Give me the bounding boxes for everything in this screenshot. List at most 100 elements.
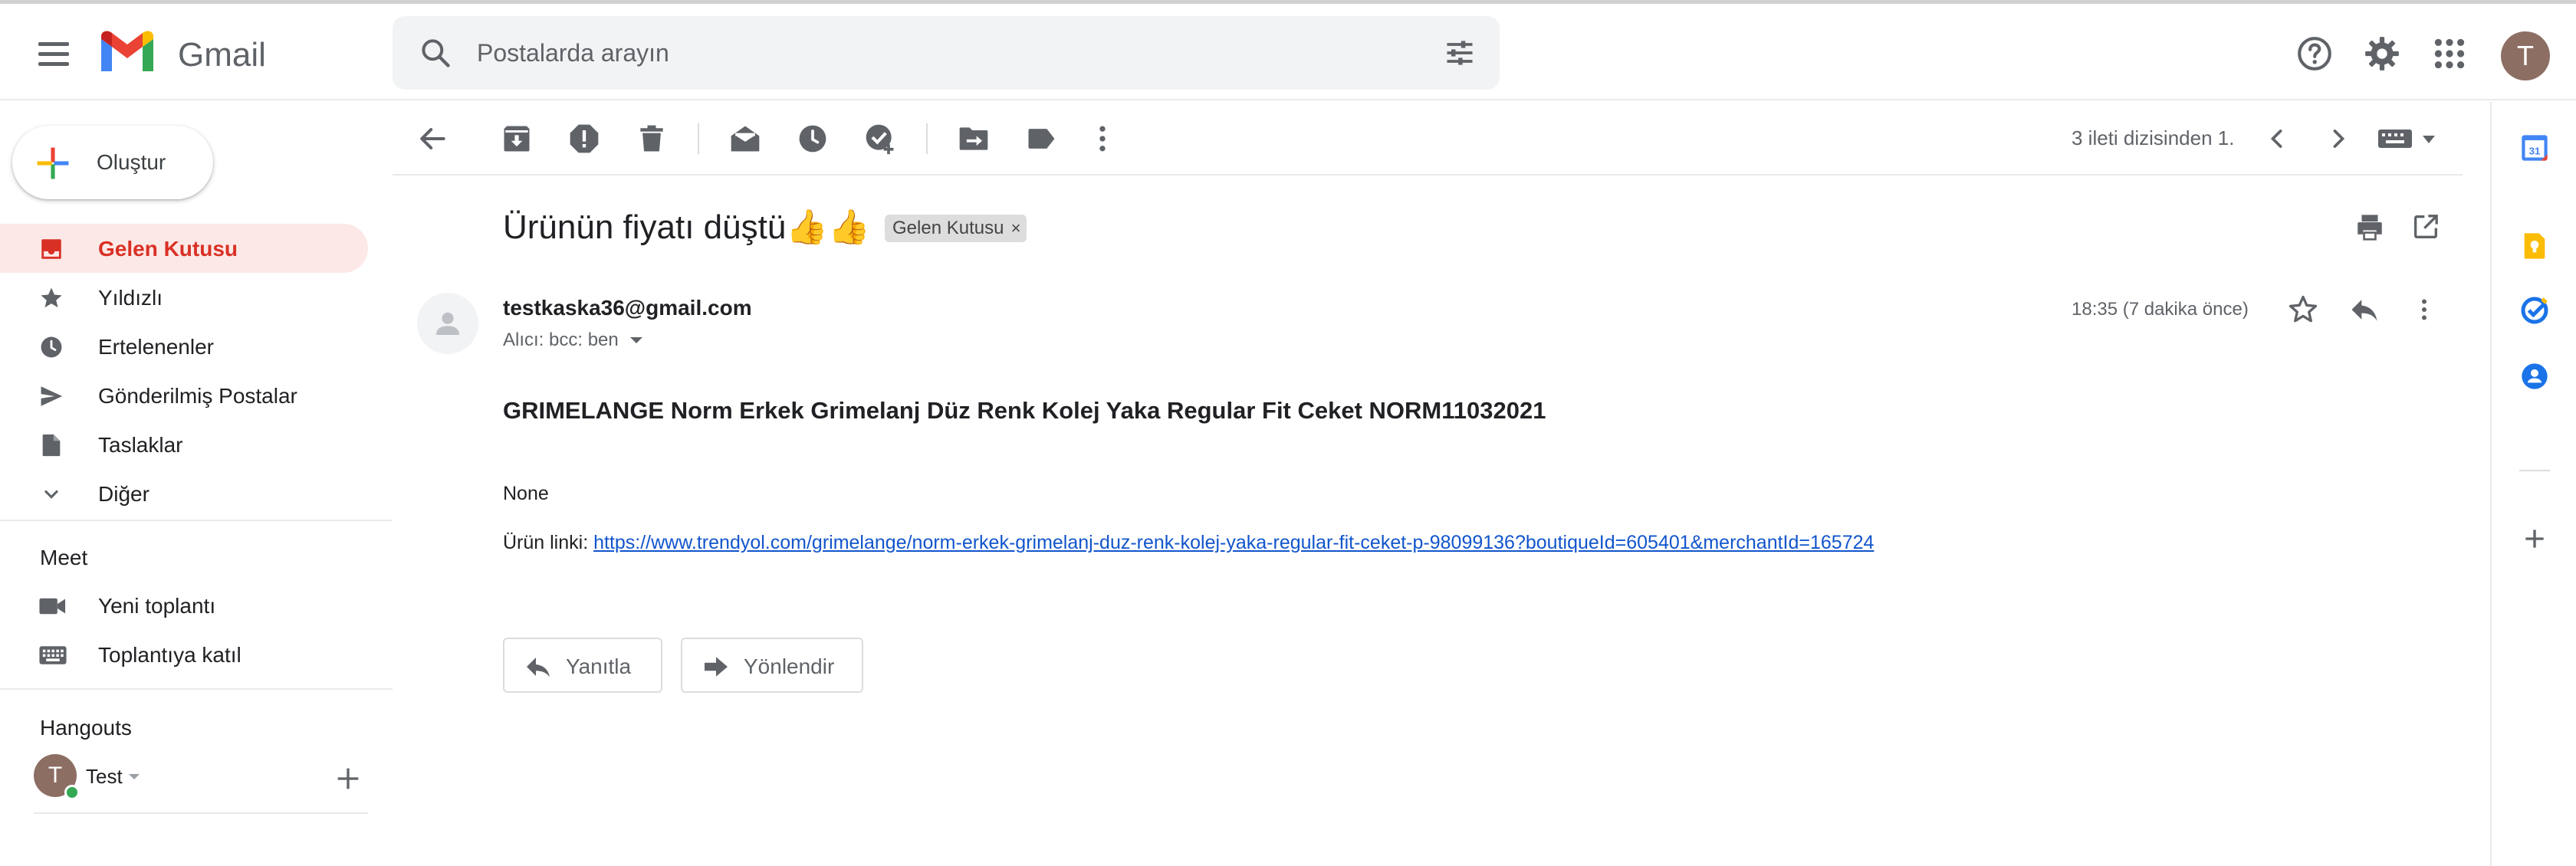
sidebar-divider	[0, 520, 393, 521]
toolbar-divider	[698, 123, 699, 154]
header: Gmail Postalarda arayın T	[0, 4, 2576, 100]
contacts-icon[interactable]	[2519, 361, 2550, 392]
apps-grid-icon[interactable]	[2430, 34, 2469, 73]
meet-join-meeting[interactable]: Toplantıya katıl	[0, 630, 368, 679]
keyboard-icon	[39, 646, 67, 664]
sidebar-item-label: Ertelenenler	[98, 335, 214, 359]
delete-icon[interactable]	[635, 122, 669, 156]
meet-item-label: Yeni toplantı	[98, 594, 216, 618]
account-avatar[interactable]: T	[2501, 31, 2550, 80]
product-link[interactable]: https://www.trendyol.com/grimelange/norm…	[593, 532, 1874, 553]
sidebar-item-snoozed[interactable]: Ertelenenler	[0, 322, 368, 371]
reply-icon	[527, 658, 550, 677]
forward-button[interactable]: Yönlendir	[681, 638, 863, 693]
meet-title: Meet	[40, 546, 88, 569]
draft-icon	[42, 434, 61, 457]
add-icon[interactable]	[2519, 523, 2550, 554]
star-outline-icon[interactable]	[2286, 293, 2320, 326]
chevron-left-icon[interactable]	[2260, 122, 2294, 156]
app-name[interactable]: Gmail	[178, 36, 266, 74]
recipients: Alıcı: bcc: ben	[503, 330, 619, 350]
send-icon	[41, 386, 63, 406]
sidebar-item-label: Yıldızlı	[98, 286, 163, 310]
search-icon[interactable]	[419, 36, 452, 70]
more-vert-icon[interactable]	[1086, 122, 1119, 156]
sidebar-item-label: Diğer	[98, 482, 150, 506]
move-to-icon[interactable]	[957, 122, 991, 156]
compose-label: Oluştur	[97, 150, 166, 174]
side-panel: 31	[2490, 102, 2576, 866]
sidebar-divider	[34, 812, 368, 814]
sidebar-item-label: Gönderilmiş Postalar	[98, 384, 297, 408]
tasks-icon[interactable]	[2519, 295, 2550, 326]
compose-button[interactable]: Oluştur	[12, 126, 213, 199]
main-menu-icon[interactable]	[31, 31, 77, 77]
help-icon[interactable]	[2295, 34, 2334, 73]
reply-icon[interactable]	[2348, 293, 2381, 326]
meet-new-meeting[interactable]: Yeni toplantı	[0, 581, 368, 630]
email-body-title: GRIMELANGE Norm Erkek Grimelanj Düz Renk…	[503, 397, 1546, 424]
more-vert-icon[interactable]	[2410, 293, 2438, 326]
add-contact-icon[interactable]	[333, 763, 363, 794]
sidebar-item-label: Gelen Kutusu	[98, 237, 238, 261]
pagination-text: 3 ileti dizisinden 1.	[2072, 126, 2235, 149]
side-panel-divider	[2519, 470, 2550, 471]
search-bar[interactable]	[393, 16, 1500, 90]
label-chip-inbox[interactable]: Gelen Kutusu ×	[885, 215, 1027, 242]
email-timestamp: 18:35 (7 dakika önce)	[2072, 299, 2249, 320]
person-icon	[436, 312, 459, 335]
star-icon	[41, 287, 62, 308]
sidebar-item-inbox[interactable]: Gelen Kutusu	[0, 224, 368, 273]
email-subject: Ürünün fiyatı düştü👍👍	[503, 208, 870, 246]
archive-icon[interactable]	[500, 122, 534, 156]
calendar-day: 31	[2529, 145, 2541, 156]
chevron-right-icon[interactable]	[2321, 122, 2355, 156]
add-to-tasks-icon[interactable]	[863, 122, 897, 156]
search-options-icon[interactable]	[1443, 36, 1477, 70]
show-details-icon[interactable]	[630, 337, 642, 343]
toolbar-divider	[926, 123, 928, 154]
reply-button[interactable]: Yanıtla	[503, 638, 662, 693]
email-body-text: None	[503, 483, 549, 504]
open-in-new-window-icon[interactable]	[2410, 212, 2441, 242]
online-status-icon	[64, 785, 80, 800]
meet-item-label: Toplantıya katıl	[98, 643, 242, 667]
email-body-link-line: Ürün linki: https://www.trendyol.com/gri…	[503, 532, 1874, 554]
input-tools-icon[interactable]	[2378, 123, 2440, 154]
mark-unread-icon[interactable]	[728, 122, 762, 156]
sidebar-item-starred[interactable]: Yıldızlı	[0, 273, 368, 322]
remove-label-icon[interactable]: ×	[1011, 215, 1021, 242]
label-chip-text: Gelen Kutusu	[892, 218, 1004, 238]
print-icon[interactable]	[2354, 212, 2386, 244]
plus-icon	[37, 147, 69, 179]
reply-label: Yanıtla	[566, 654, 632, 678]
sidebar-item-sent[interactable]: Gönderilmiş Postalar	[0, 371, 368, 420]
snooze-icon[interactable]	[796, 122, 830, 156]
sidebar-item-drafts[interactable]: Taslaklar	[0, 420, 368, 469]
sender-avatar	[417, 293, 478, 354]
sidebar-item-label: Taslaklar	[98, 433, 183, 457]
inbox-icon	[41, 239, 61, 259]
keep-icon[interactable]	[2519, 231, 2550, 261]
clock-icon	[41, 336, 62, 358]
label-icon[interactable]	[1024, 122, 1058, 156]
hangouts-title: Hangouts	[40, 716, 132, 740]
caret-down-icon[interactable]	[129, 774, 140, 779]
video-icon	[39, 598, 66, 615]
hangouts-user-name: Test	[86, 765, 123, 788]
search-input[interactable]	[477, 38, 1320, 68]
sidebar-nav: Gelen Kutusu Yıldızlı Ertelenenler Gönde…	[0, 224, 368, 518]
hangouts-user[interactable]: T Test	[34, 754, 371, 803]
chevron-down-icon	[44, 490, 58, 499]
sidebar-item-more[interactable]: Diğer	[0, 469, 368, 518]
settings-icon[interactable]	[2363, 34, 2401, 73]
sender-email[interactable]: testkaska36@gmail.com	[503, 296, 752, 320]
gmail-logo-icon[interactable]	[98, 27, 156, 76]
back-arrow-icon[interactable]	[416, 122, 449, 156]
forward-icon	[705, 657, 728, 677]
sidebar-divider	[0, 688, 393, 690]
forward-label: Yönlendir	[744, 654, 835, 678]
link-prefix: Ürün linki:	[503, 532, 594, 553]
report-spam-icon[interactable]	[567, 122, 601, 156]
calendar-icon[interactable]: 31	[2519, 133, 2550, 163]
